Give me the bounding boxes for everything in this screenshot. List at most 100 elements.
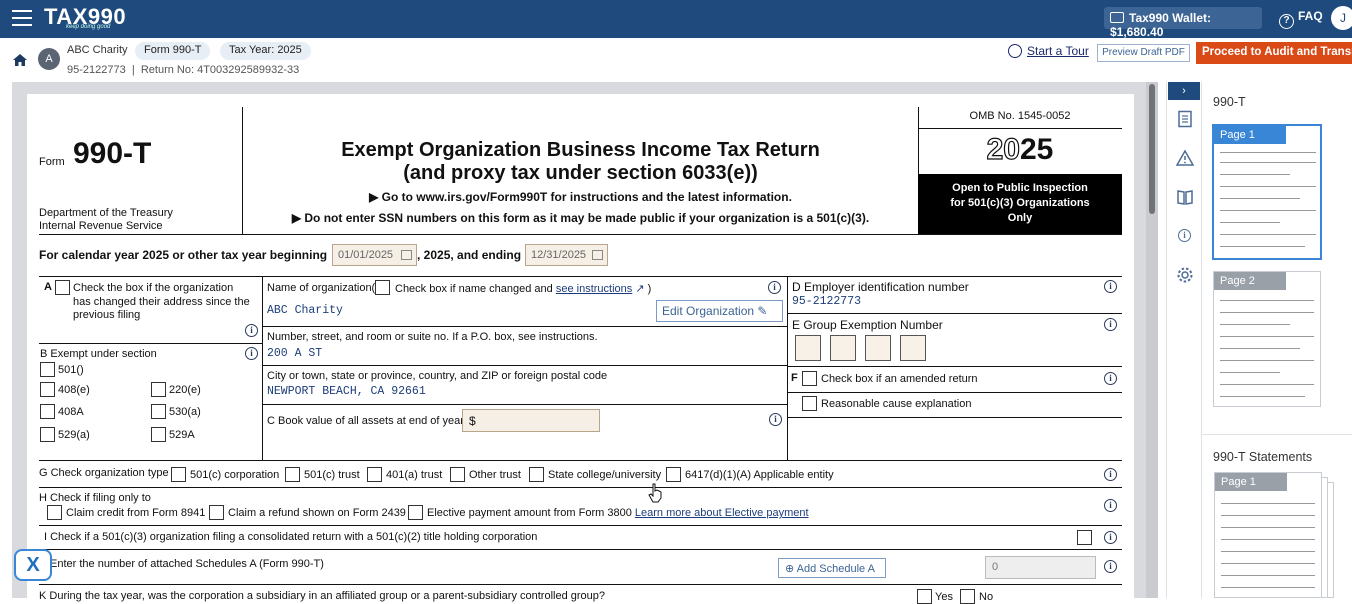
info-icon[interactable]: i	[768, 281, 781, 294]
start-tour-link[interactable]: Start a Tour	[1008, 44, 1089, 58]
calendar-icon[interactable]	[401, 250, 412, 260]
statements-page-1-label: Page 1	[1215, 473, 1287, 491]
exempt-529a-label: 529(a)	[58, 429, 90, 441]
statements-page-1-thumbnail[interactable]: Page 1	[1214, 472, 1322, 598]
chevron-right-icon[interactable]: ›	[1168, 82, 1200, 100]
page-1-thumbnail[interactable]: Page 1	[1212, 124, 1322, 260]
section-b-label: B Exempt under section	[40, 348, 157, 360]
org-type-state-college-checkbox[interactable]	[529, 467, 544, 482]
name-of-organization-label: Name of organization(	[267, 282, 376, 294]
scrollbar-thumb[interactable]	[1149, 84, 1155, 214]
info-icon[interactable]: i	[1104, 468, 1117, 481]
book-value-input[interactable]: $	[462, 409, 600, 432]
settings-icon[interactable]	[1176, 266, 1194, 284]
consolidated-return-checkbox[interactable]	[1077, 530, 1092, 545]
group-exemption-digit-3[interactable]	[865, 335, 891, 361]
page-2-thumbnail[interactable]: Page 2	[1213, 271, 1321, 407]
city-label: City or town, state or province, country…	[267, 370, 608, 382]
subsidiary-yes-label: Yes	[935, 591, 953, 603]
book-icon[interactable]	[1176, 188, 1194, 206]
exempt-408e-label: 408(e)	[58, 384, 90, 396]
org-type-401a-trust-label: 401(a) trust	[386, 469, 443, 481]
claim-refund-2439-checkbox[interactable]	[209, 505, 224, 520]
info-icon[interactable]: i	[1104, 560, 1117, 573]
exempt-501-label: 501()	[58, 364, 84, 376]
edit-organization-button[interactable]: Edit Organization ✎	[656, 300, 783, 322]
elective-payment-3800-checkbox[interactable]	[408, 505, 423, 520]
info-icon[interactable]: i	[1104, 499, 1117, 512]
group-exemption-digit-1[interactable]	[795, 335, 821, 361]
city-value: NEWPORT BEACH, CA 92661	[267, 385, 426, 398]
subsidiary-no-label: No	[979, 591, 994, 603]
info-icon[interactable]: i	[1104, 531, 1117, 544]
begin-date-input[interactable]: 01/01/2025	[332, 244, 417, 266]
external-link-icon[interactable]: ↗	[635, 283, 644, 295]
exempt-408a-checkbox[interactable]	[40, 404, 55, 419]
elective-payment-link[interactable]: Learn more about Elective payment	[635, 507, 809, 519]
consolidated-return-label: I Check if a 501(c)(3) organization fili…	[44, 531, 538, 543]
exempt-529A-label: 529A	[169, 429, 195, 441]
exempt-408a-label: 408A	[58, 406, 84, 418]
info-icon[interactable]: i	[245, 347, 258, 360]
menu-icon[interactable]	[12, 10, 32, 26]
subsidiary-no-checkbox[interactable]	[960, 589, 975, 604]
org-type-applicable-entity-checkbox[interactable]	[666, 467, 681, 482]
org-type-401a-trust-checkbox[interactable]	[367, 467, 382, 482]
section-a-letter: A	[44, 281, 52, 293]
home-icon[interactable]	[12, 53, 28, 67]
document-icon[interactable]	[1176, 110, 1194, 128]
info-icon[interactable]: i	[1178, 229, 1191, 242]
org-type-501c-trust-label: 501(c) trust	[304, 469, 360, 481]
info-icon[interactable]: i	[1104, 372, 1117, 385]
form-title: Exempt Organization Business Income Tax …	[341, 139, 820, 161]
public-inspection-notice: Open to Public Inspection for 501(c)(3) …	[918, 174, 1122, 234]
street-address-label: Number, street, and room or suite no. If…	[267, 331, 598, 343]
org-type-state-college-label: State college/university	[548, 469, 662, 481]
claim-credit-8941-checkbox[interactable]	[47, 505, 62, 520]
info-icon[interactable]: i	[1104, 318, 1117, 331]
exempt-408e-checkbox[interactable]	[40, 382, 55, 397]
info-icon[interactable]: i	[769, 413, 782, 426]
ein-value: 95-2122773	[792, 295, 862, 308]
proceed-to-audit-button[interactable]: Proceed to Audit and Transmit	[1196, 42, 1352, 64]
tour-icon	[1008, 44, 1022, 58]
schedules-count-input[interactable]: 0	[985, 556, 1096, 579]
exempt-220e-checkbox[interactable]	[151, 382, 166, 397]
info-icon[interactable]: i	[1104, 280, 1117, 293]
preview-draft-pdf-button[interactable]: Preview Draft PDF	[1097, 44, 1190, 62]
chat-assistant-icon[interactable]: X	[14, 549, 52, 581]
group-exemption-digit-4[interactable]	[900, 335, 926, 361]
reasonable-cause-label: Reasonable cause explanation	[821, 398, 972, 410]
department-line-2: Internal Revenue Service	[39, 220, 163, 232]
amended-return-checkbox[interactable]	[802, 371, 817, 386]
group-exemption-digit-2[interactable]	[830, 335, 856, 361]
section-f-letter: F	[791, 372, 798, 384]
org-type-other-trust-checkbox[interactable]	[450, 467, 465, 482]
department-line-1: Department of the Treasury	[39, 207, 173, 219]
end-date-input[interactable]: 12/31/2025	[525, 244, 608, 266]
see-instructions-link[interactable]: see instructions	[556, 283, 632, 295]
org-type-501c-corp-checkbox[interactable]	[171, 467, 186, 482]
page-2-label: Page 2	[1214, 272, 1286, 290]
name-changed-checkbox[interactable]	[375, 280, 390, 295]
exempt-530a-label: 530(a)	[169, 406, 201, 418]
wallet-balance-button[interactable]: Tax990 Wallet: $1,680.40	[1104, 7, 1262, 39]
exempt-501-checkbox[interactable]	[40, 362, 55, 377]
reasonable-cause-checkbox[interactable]	[802, 396, 817, 411]
faq-button[interactable]: ? FAQ	[1279, 9, 1323, 29]
organization-name: ABC Charity	[67, 44, 128, 56]
calendar-icon[interactable]	[592, 250, 603, 260]
exempt-529a-checkbox[interactable]	[40, 427, 55, 442]
org-type-501c-trust-checkbox[interactable]	[285, 467, 300, 482]
address-changed-checkbox[interactable]	[55, 280, 70, 295]
info-icon[interactable]: i	[245, 324, 258, 337]
user-avatar[interactable]: J	[1331, 6, 1352, 30]
warning-icon[interactable]	[1176, 149, 1194, 167]
subsidiary-yes-checkbox[interactable]	[917, 589, 932, 604]
add-schedule-a-button[interactable]: ⊕ Add Schedule A	[778, 558, 886, 578]
instructions-line: ▶ Go to www.irs.gov/Form990T for instruc…	[369, 190, 792, 204]
exempt-529A-checkbox[interactable]	[151, 427, 166, 442]
tax-year-chip: Tax Year: 2025	[220, 42, 311, 60]
calendar-year-label: For calendar year 2025 or other tax year…	[39, 248, 328, 262]
exempt-530a-checkbox[interactable]	[151, 404, 166, 419]
